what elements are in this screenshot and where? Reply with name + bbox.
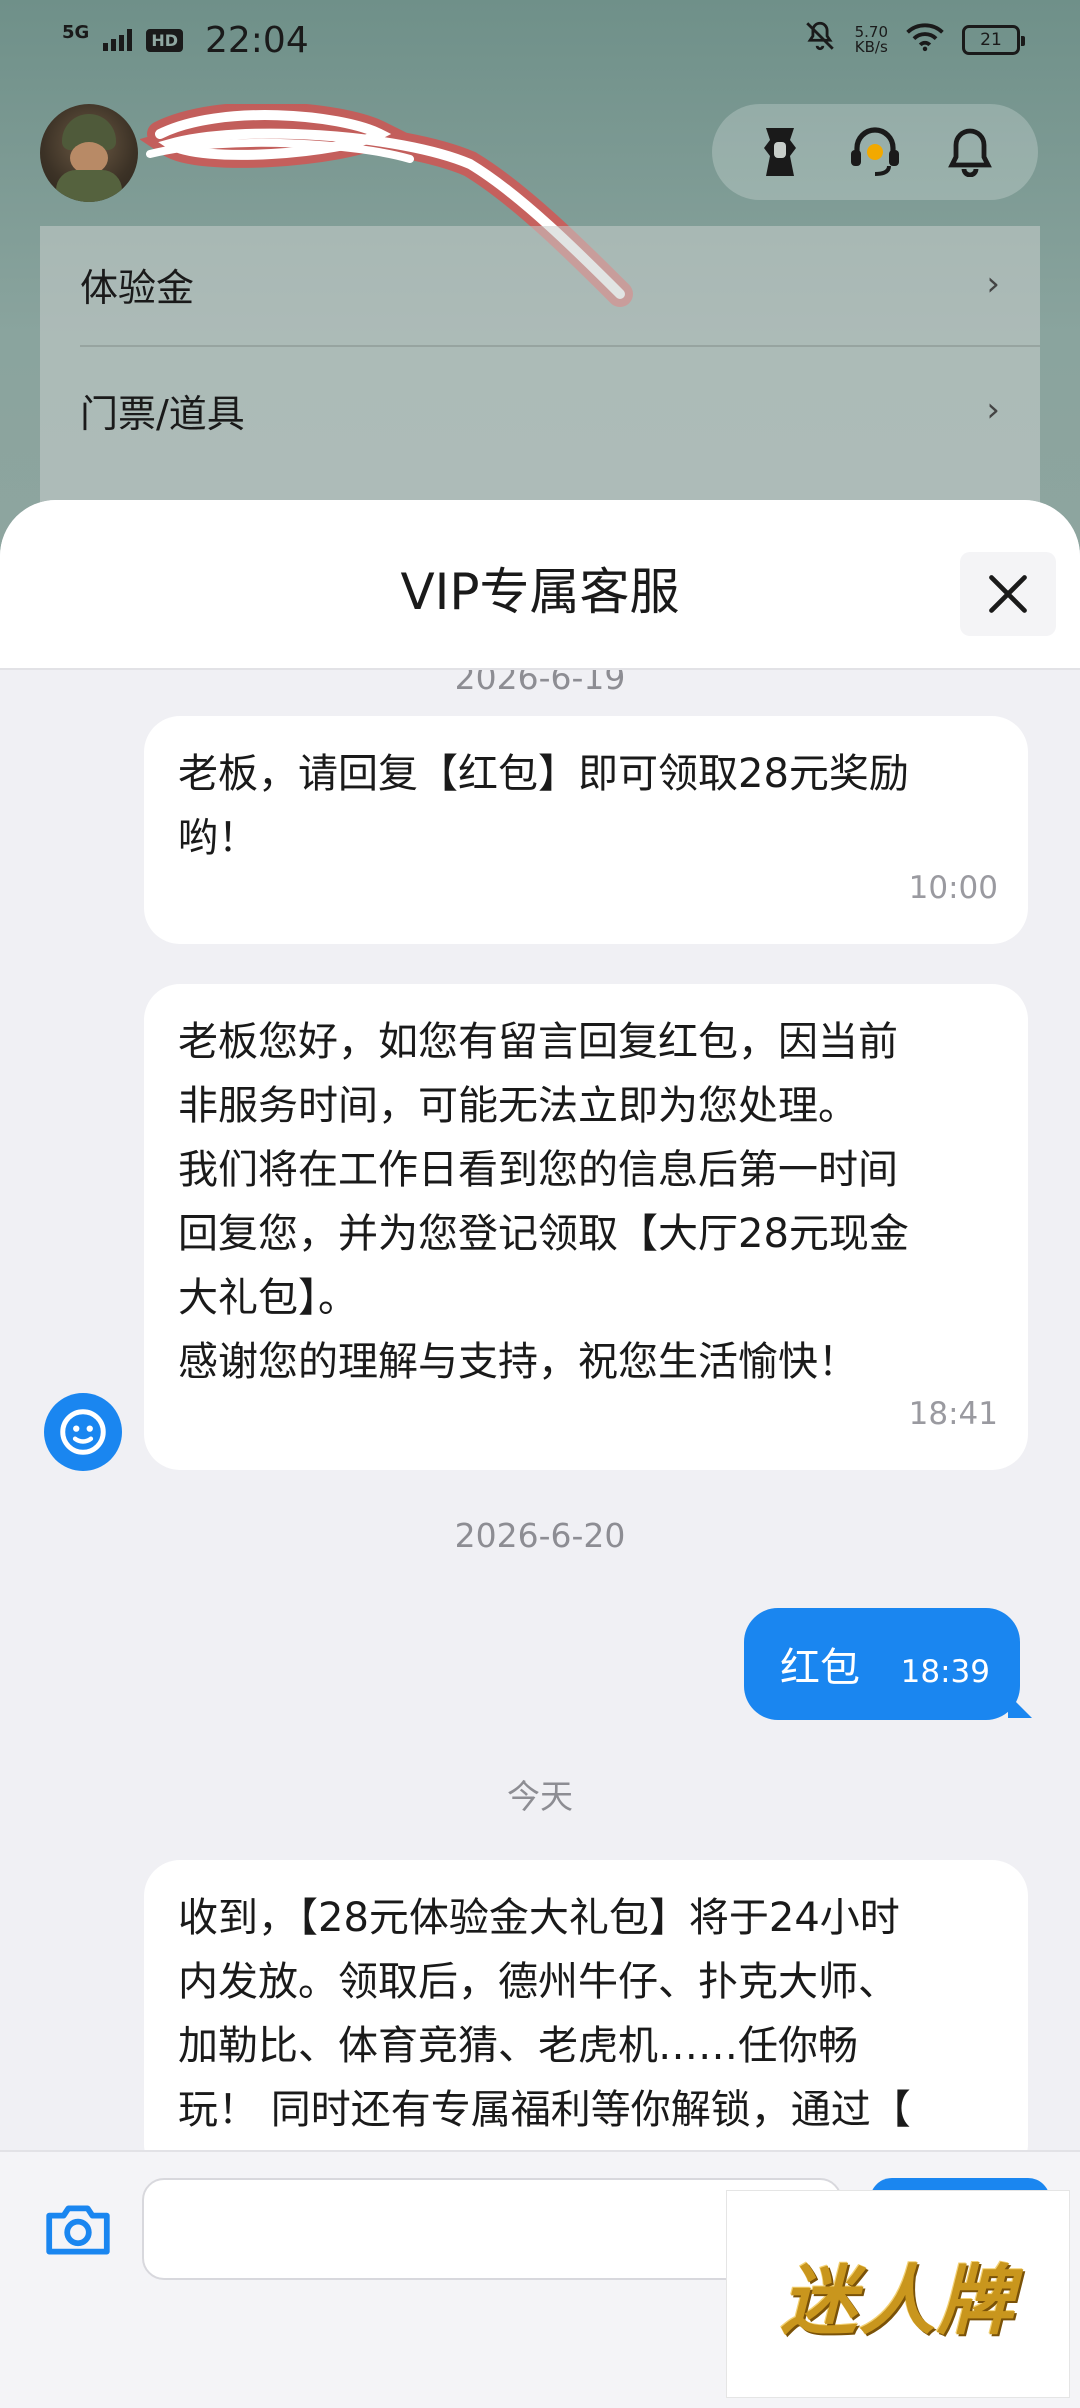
network-type: 5G xyxy=(62,21,90,43)
vip-service-sheet: VIP专属客服 2026-6-19 老板，请回复【红包】即可领取28元奖励 哟！… xyxy=(0,500,1080,2408)
agent-avatar xyxy=(44,1393,122,1471)
mute-bell-icon xyxy=(803,19,837,62)
battery-icon: 21 xyxy=(962,25,1025,55)
bell-icon[interactable] xyxy=(938,120,1002,184)
robot-face-icon xyxy=(60,1409,106,1455)
message-time: 18:41 xyxy=(908,1396,998,1432)
message-bubble[interactable]: 老板您好，如您有留言回复红包，因当前 非服务时间，可能无法立即为您处理。 我们将… xyxy=(144,984,1028,1470)
camera-button[interactable] xyxy=(40,2192,116,2268)
date-separator: 今天 xyxy=(507,1777,573,1816)
menu-item-trial-gold[interactable]: 体验金 › xyxy=(80,234,1000,334)
background-app: 5G HD 22:04 5.70 KB/s 21 体验金 › 门票/道具 › xyxy=(0,0,1080,560)
close-icon xyxy=(989,575,1027,613)
wifi-icon xyxy=(906,20,944,61)
speed-unit: KB/s xyxy=(854,38,888,56)
divider xyxy=(80,345,1040,347)
message-text: 红包 xyxy=(780,1645,860,1691)
date-separator: 2026-6-20 xyxy=(454,1516,626,1555)
close-button[interactable] xyxy=(960,552,1056,636)
chevron-right-icon: › xyxy=(986,264,1000,304)
message-text: 老板您好，如您有留言回复红包，因当前 非服务时间，可能无法立即为您处理。 我们将… xyxy=(178,1019,909,1385)
vip-badge-icon[interactable] xyxy=(748,120,812,184)
date-separator: 2026-6-19 xyxy=(454,670,626,697)
chevron-right-icon: › xyxy=(986,390,1000,430)
sheet-title: VIP专属客服 xyxy=(400,563,680,621)
network-speed: 5.70 KB/s xyxy=(855,25,888,55)
customer-service-icon[interactable] xyxy=(843,120,907,184)
sheet-header: VIP专属客服 xyxy=(0,500,1080,670)
signal-icon xyxy=(103,29,133,51)
header-icon-group xyxy=(712,104,1038,200)
menu-item-tickets-props[interactable]: 门票/道具 › xyxy=(80,360,1000,460)
menu-item-label: 门票/道具 xyxy=(80,391,245,436)
outgoing-message-bubble[interactable]: 红包 18:39 xyxy=(744,1608,1032,1720)
message-text: 老板，请回复【红包】即可领取28元奖励 哟！ xyxy=(178,751,909,861)
message-text: 收到，【28元体验金大礼包】将于24小时 内发放。领取后，德州牛仔、扑克大师、 … xyxy=(178,1895,911,2133)
user-avatar[interactable] xyxy=(40,104,138,202)
watermark-logo: 迷人牌 xyxy=(726,2190,1070,2398)
menu-card: 体验金 › 门票/道具 › xyxy=(40,226,1040,526)
bubble-tail xyxy=(1008,1694,1032,1718)
status-bar: 5G HD 22:04 5.70 KB/s 21 xyxy=(0,0,1080,80)
camera-icon xyxy=(46,2205,110,2255)
message-bubble[interactable]: 老板，请回复【红包】即可领取28元奖励 哟！ 10:00 xyxy=(144,716,1028,944)
message-time: 10:00 xyxy=(908,870,998,906)
watermark-text: 迷人牌 xyxy=(781,2256,1015,2345)
message-time: 18:39 xyxy=(900,1654,990,1690)
menu-item-label: 体验金 xyxy=(80,265,195,310)
clock: 22:04 xyxy=(204,19,309,61)
chat-list[interactable]: 2026-6-19 老板，请回复【红包】即可领取28元奖励 哟！ 10:00 老… xyxy=(0,670,1080,2150)
message-bubble[interactable]: 收到，【28元体验金大礼包】将于24小时 内发放。领取后，德州牛仔、扑克大师、 … xyxy=(144,1860,1028,2150)
hd-icon: HD xyxy=(146,28,183,52)
profile-row xyxy=(40,104,1040,307)
